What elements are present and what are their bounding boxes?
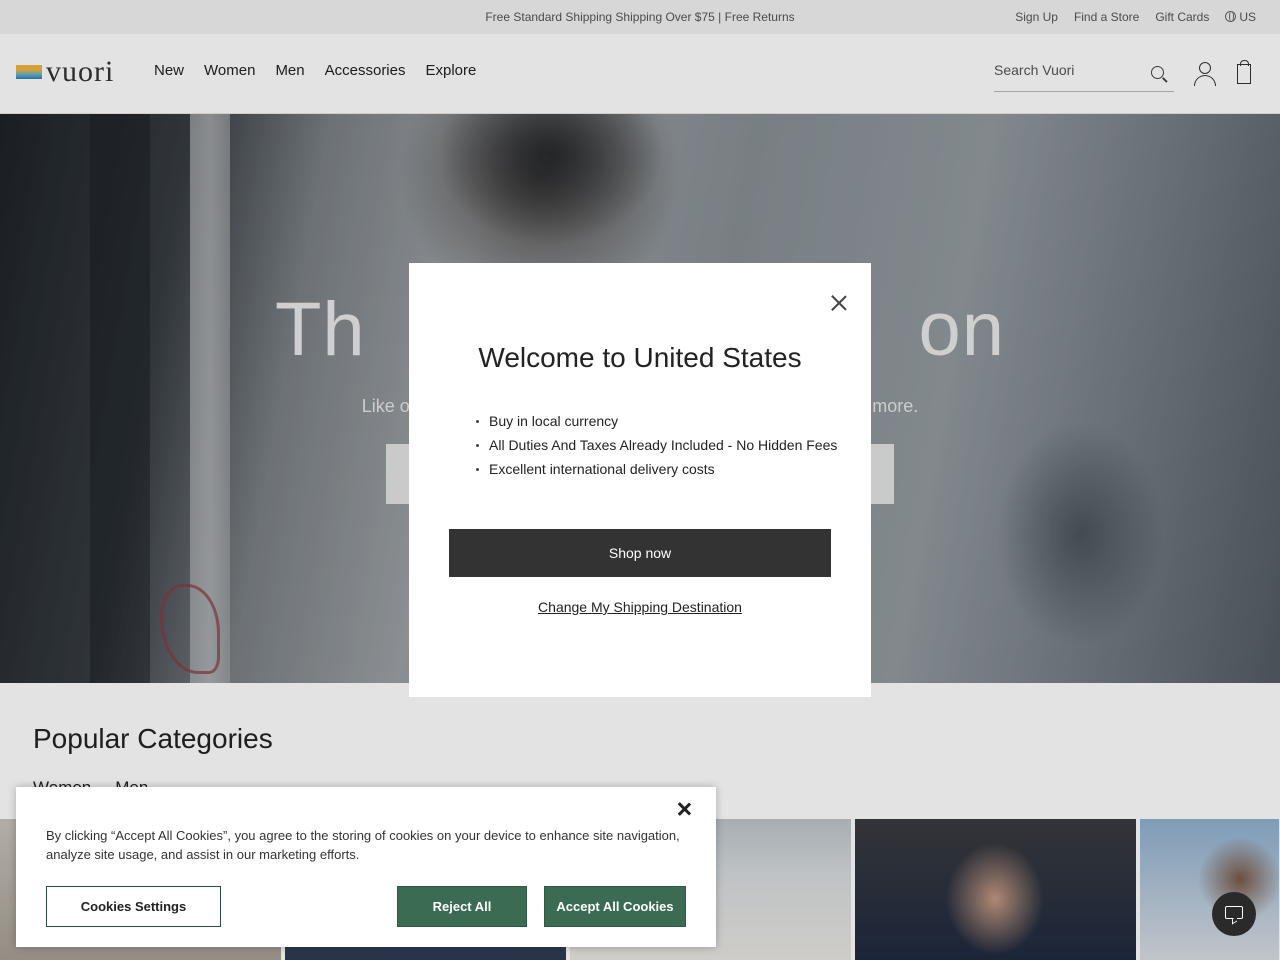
change-shipping-destination-link[interactable]: Change My Shipping Destination [409, 599, 871, 615]
list-item: All Duties And Taxes Already Included - … [475, 436, 837, 460]
cookies-settings-button[interactable]: Cookies Settings [46, 886, 221, 927]
list-item: Buy in local currency [475, 412, 837, 436]
cookie-consent-banner: By clicking “Accept All Cookies”, you ag… [16, 787, 716, 947]
chat-bubble-icon [1225, 906, 1243, 919]
chat-button[interactable] [1212, 892, 1256, 936]
list-item: Excellent international delivery costs [475, 460, 837, 484]
accept-all-cookies-button[interactable]: Accept All Cookies [544, 886, 686, 927]
shop-now-button[interactable]: Shop now [449, 529, 831, 577]
reject-all-button[interactable]: Reject All [397, 886, 527, 927]
benefits-list: Buy in local currency All Duties And Tax… [475, 412, 837, 484]
modal-title: Welcome to United States [478, 342, 802, 373]
close-icon[interactable] [829, 293, 849, 313]
country-welcome-modal: Welcome to United States Buy in local cu… [409, 263, 871, 697]
close-icon[interactable] [676, 801, 692, 817]
cookie-consent-text: By clicking “Accept All Cookies”, you ag… [46, 828, 680, 862]
